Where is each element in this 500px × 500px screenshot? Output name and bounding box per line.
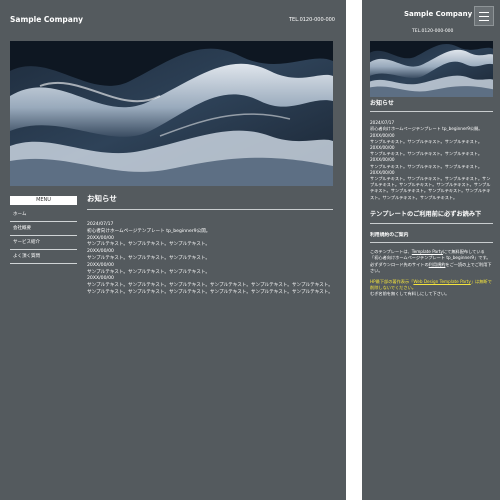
terms-subtitle: 利用規約のご案内 (370, 233, 493, 244)
view-divider (346, 0, 362, 500)
terms-body: このテンプレートは、Template Partyにて無料配布している「初心者向け… (370, 249, 493, 274)
mobile-site-logo[interactable]: Sample Company (404, 10, 472, 18)
news-list: 2024/07/17 初心者向けホームページテンプレート tp_beginner… (87, 222, 333, 297)
terms-link[interactable]: 利用規約 (429, 262, 446, 267)
nav-item-home[interactable]: ホーム (10, 208, 77, 222)
news-text: サンプルテキスト。サンプルテキスト。サンプルテキスト。 (87, 242, 210, 248)
mobile-hero-image (370, 41, 493, 97)
news-text: サンプルテキスト。サンプルテキスト。サンプルテキスト。 (87, 255, 210, 261)
hero-image (10, 41, 333, 186)
nav-item-services[interactable]: サービス紹介 (10, 236, 77, 250)
warning-text: HP最下部の著作表示「 (370, 279, 414, 285)
news-date: 20XX/00/00 (87, 262, 114, 268)
terms-text: このテンプレートは、 (370, 249, 412, 255)
nav-item-faq[interactable]: よく頂く質問 (10, 250, 77, 264)
tel-text: TEL.0120-000-000 (288, 17, 335, 23)
news-text: サンプルテキスト。サンプルテキスト。サンプルテキスト。サンプルテキスト。サンプル… (370, 176, 491, 200)
mobile-tel-text: TEL.0120-000-000 (412, 29, 454, 34)
news-date: 2024/07/17 (87, 222, 114, 227)
mobile-view: Sample Company TEL.0120-000-000 お知らせ 202… (362, 0, 500, 500)
side-nav: MENU ホーム 会社概要 サービス紹介 よく頂く質問 (10, 196, 77, 264)
notice-section-title: テンプレートのご利用前に必ずお読み下 (370, 211, 493, 225)
nav-item-company[interactable]: 会社概要 (10, 222, 77, 236)
copyright-warning: HP最下部の著作表示「Web Design Template Party」は無断… (370, 279, 493, 291)
main-content: お知らせ 2024/07/17 初心者向けホームページテンプレート tp_beg… (87, 193, 333, 297)
template-party-link[interactable]: Template Party (412, 249, 443, 254)
desktop-view: Sample Company TEL.0120-000-000 MENU ホーム… (0, 0, 346, 500)
menu-label: MENU (10, 196, 77, 205)
news-text: 初心者向けホームページテンプレート tp_beginner9公開。 (87, 228, 211, 234)
mobile-news-list: 2024/07/17 初心者向けホームページテンプレート tp_beginner… (370, 120, 493, 201)
news-date: 20XX/00/00 (87, 249, 114, 255)
news-text: サンプルテキスト。サンプルテキスト。サンプルテキスト。 (87, 269, 210, 275)
hamburger-menu-icon[interactable] (474, 6, 494, 26)
news-heading: お知らせ (87, 193, 333, 210)
news-text: 初心者向けホームページテンプレート tp_beginner9公開。 (370, 126, 483, 132)
news-text: サンプルテキスト。サンプルテキスト。サンプルテキスト。 (370, 163, 483, 169)
mobile-content: お知らせ 2024/07/17 初心者向けホームページテンプレート tp_beg… (370, 100, 493, 298)
web-design-link[interactable]: Web Design Template Party (413, 279, 470, 284)
site-logo[interactable]: Sample Company (10, 15, 83, 24)
mobile-news-heading: お知らせ (370, 100, 493, 113)
news-text: サンプルテキスト。サンプルテキスト。サンプルテキスト。サンプルテキスト。サンプル… (87, 283, 333, 295)
foot-note: むぎ名前を無くして有料しにして下さい。 (370, 291, 450, 297)
